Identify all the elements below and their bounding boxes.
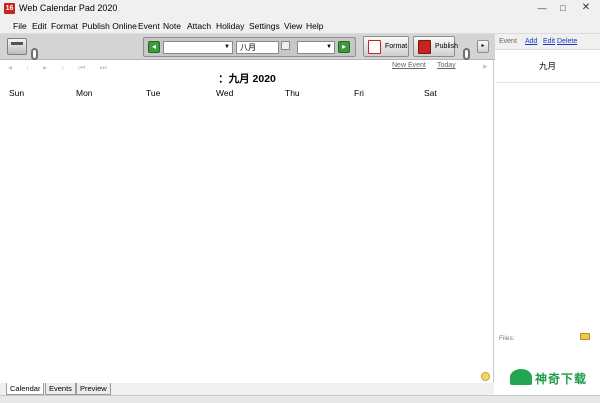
date-navigation-group: ◂ ▼ 八月 ▼ ▸ bbox=[143, 37, 356, 57]
view-combo[interactable]: ▼ bbox=[297, 41, 335, 54]
chevron-down-icon: ▼ bbox=[224, 44, 230, 50]
watermark-logo-icon bbox=[510, 369, 532, 385]
menu-format[interactable]: Format bbox=[51, 21, 78, 31]
title-bar: 16 Web Calendar Pad 2020 — □ ✕ bbox=[0, 0, 600, 18]
site-watermark: 神奇下载 bbox=[508, 366, 600, 392]
date-picker-icon[interactable] bbox=[281, 41, 290, 50]
edit-event-link[interactable]: Edit bbox=[543, 38, 555, 45]
binder-ring-icon bbox=[31, 48, 38, 60]
weekday-header: Wed bbox=[216, 88, 234, 98]
menu-note[interactable]: Note bbox=[163, 21, 181, 31]
publish-button-label: Publish bbox=[435, 43, 458, 50]
weekday-header: Mon bbox=[76, 88, 93, 98]
event-heading: Event bbox=[499, 38, 517, 45]
previous-button[interactable]: ◂ bbox=[148, 41, 160, 53]
tab-preview[interactable]: Preview bbox=[76, 383, 111, 395]
close-button[interactable]: ✕ bbox=[576, 2, 596, 14]
app-icon: 16 bbox=[4, 3, 15, 14]
today-link[interactable]: Today bbox=[437, 62, 456, 69]
year-combo[interactable]: ▼ bbox=[163, 41, 233, 54]
format-icon bbox=[368, 40, 381, 54]
weekday-header: Thu bbox=[285, 88, 300, 98]
tab-events[interactable]: Events bbox=[45, 383, 76, 395]
side-month-label: 九月 bbox=[538, 61, 556, 71]
status-bar bbox=[0, 395, 600, 403]
new-event-link[interactable]: New Event bbox=[392, 62, 426, 69]
month-combo[interactable]: 八月 bbox=[236, 41, 279, 54]
menu-event[interactable]: Event bbox=[138, 21, 160, 31]
chevron-down-icon: ▼ bbox=[326, 44, 332, 50]
menu-help[interactable]: Help bbox=[306, 21, 323, 31]
format-button[interactable]: Format bbox=[363, 36, 409, 57]
weekday-header: Sat bbox=[424, 88, 437, 98]
add-event-link[interactable]: Add bbox=[525, 38, 537, 45]
weekday-header: Fri bbox=[354, 88, 364, 98]
menu-bar: File Edit Format Publish Online Event No… bbox=[0, 18, 600, 34]
divider bbox=[495, 82, 600, 83]
menu-file[interactable]: File bbox=[13, 21, 27, 31]
folder-icon[interactable] bbox=[580, 333, 590, 340]
format-button-label: Format bbox=[385, 43, 408, 50]
menu-settings[interactable]: Settings bbox=[249, 21, 280, 31]
menu-view[interactable]: View bbox=[284, 21, 302, 31]
publish-button[interactable]: Publish bbox=[413, 36, 458, 57]
window-title: Web Calendar Pad 2020 bbox=[19, 3, 118, 13]
calendar-pad-icon[interactable] bbox=[7, 38, 27, 55]
smiley-icon[interactable] bbox=[481, 372, 490, 381]
watermark-text: 神奇下载 bbox=[535, 372, 588, 386]
event-panel-header: Event Add Edit Delete bbox=[495, 34, 600, 50]
weekday-header: Sun bbox=[9, 88, 25, 98]
menu-edit[interactable]: Edit bbox=[32, 21, 47, 31]
maximize-button[interactable]: □ bbox=[553, 2, 573, 14]
next-button[interactable]: ▸ bbox=[338, 41, 350, 53]
minimize-button[interactable]: — bbox=[532, 2, 552, 14]
weekday-header: Tue bbox=[146, 88, 161, 98]
more-button[interactable]: ▸ bbox=[477, 40, 489, 53]
binder-ring-icon bbox=[463, 48, 470, 60]
files-label: Files: bbox=[499, 335, 515, 342]
calendar-month-title: ：九月 2020 bbox=[218, 73, 276, 85]
menu-attach[interactable]: Attach bbox=[187, 21, 211, 31]
event-side-panel: Event Add Edit Delete 九月 Files: bbox=[495, 34, 600, 395]
bottom-tab-bar: Calendar Events Preview bbox=[0, 383, 494, 395]
calendar-view: ◂ ‹ ▸ › ⏮ ⏭ New Event Today ▸ ：九月 2020 S… bbox=[0, 60, 494, 383]
menu-publish-online[interactable]: Publish Online bbox=[82, 21, 137, 31]
delete-event-link[interactable]: Delete bbox=[557, 38, 577, 45]
publish-icon bbox=[418, 40, 431, 54]
tab-calendar[interactable]: Calendar bbox=[6, 383, 45, 395]
menu-holiday[interactable]: Holiday bbox=[216, 21, 244, 31]
month-combo-value: 八月 bbox=[240, 43, 256, 52]
